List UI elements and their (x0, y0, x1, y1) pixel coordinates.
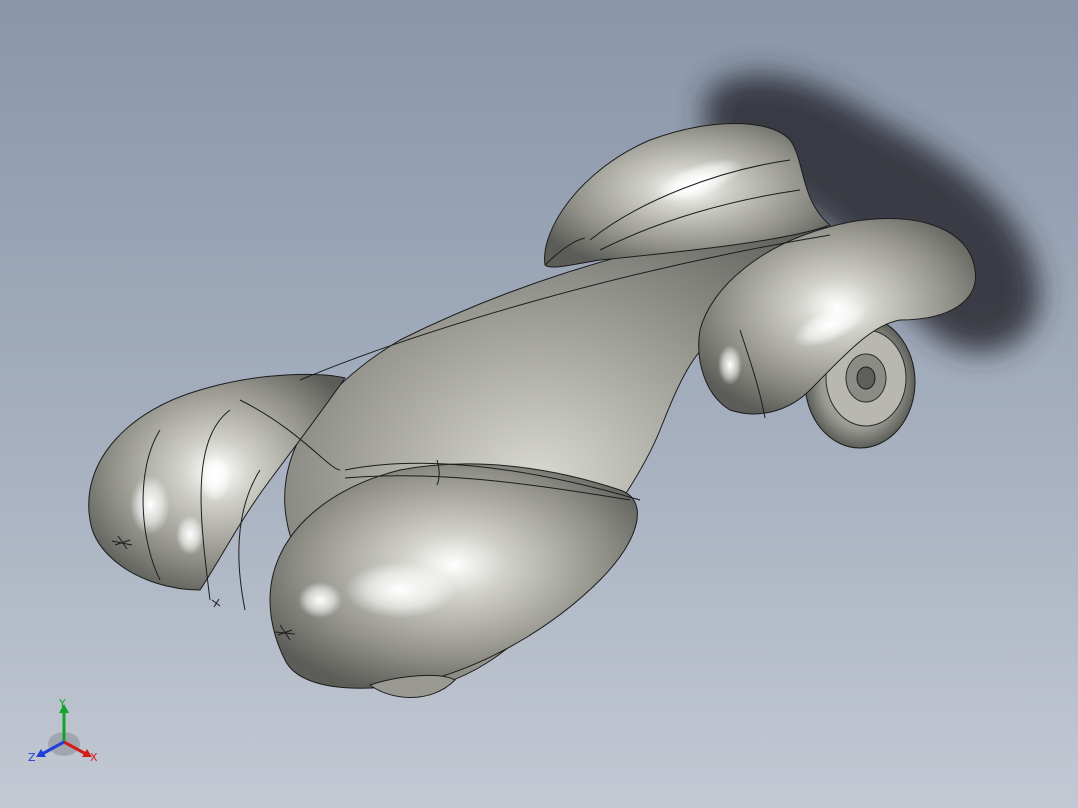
highlight-front-left (130, 475, 170, 535)
graphics-viewport[interactable]: Y X Z (0, 0, 1078, 808)
z-axis-label: Z (28, 751, 36, 764)
view-orientation-triad[interactable]: Y X Z (24, 694, 104, 770)
x-axis-label: X (90, 751, 98, 764)
car-body-model[interactable] (0, 0, 1078, 808)
y-axis-label: Y (59, 697, 66, 710)
highlight-front-right (345, 562, 455, 618)
highlight-front-left-3 (176, 515, 204, 555)
highlight-side (718, 345, 742, 385)
highlight-front-right-2 (298, 582, 342, 618)
